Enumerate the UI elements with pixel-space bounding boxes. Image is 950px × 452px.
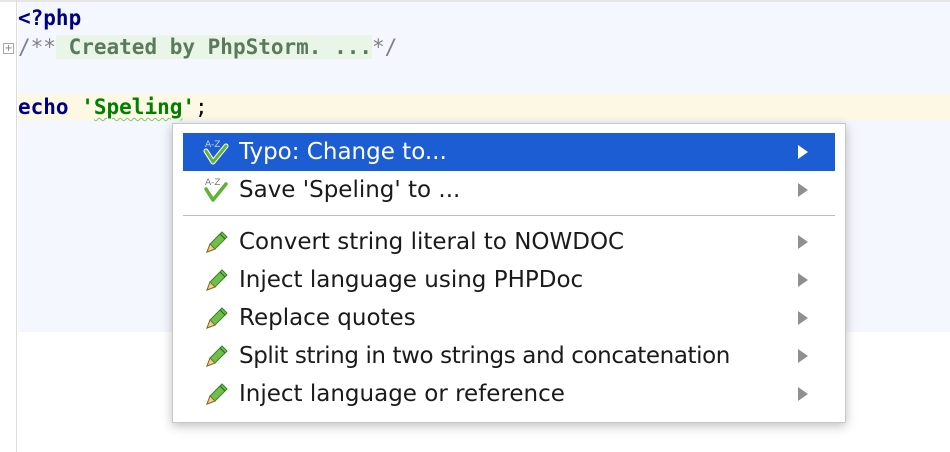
menu-item-label: Typo: Change to... bbox=[239, 139, 447, 165]
menu-item-inject-language-reference[interactable]: Inject language or reference bbox=[183, 375, 835, 413]
submenu-arrow-icon bbox=[791, 183, 815, 197]
echo-keyword: echo bbox=[18, 95, 69, 119]
menu-item-label: Inject language or reference bbox=[239, 381, 565, 407]
string-quote-close: ' bbox=[182, 95, 196, 119]
menu-separator bbox=[183, 215, 835, 216]
intention-pencil-icon bbox=[199, 303, 235, 333]
comment-close: */ bbox=[372, 35, 398, 59]
menu-item-replace-quotes[interactable]: Replace quotes bbox=[183, 299, 835, 337]
intention-pencil-icon bbox=[199, 265, 235, 295]
submenu-arrow-icon bbox=[791, 273, 815, 287]
misspelled-word[interactable]: Speling bbox=[94, 95, 183, 119]
intention-pencil-icon bbox=[199, 341, 235, 371]
submenu-arrow-icon bbox=[791, 311, 815, 325]
fold-expand-icon[interactable]: + bbox=[3, 43, 14, 54]
submenu-arrow-icon bbox=[791, 387, 815, 401]
menu-item-inject-phpdoc[interactable]: Inject language using PHPDoc bbox=[183, 261, 835, 299]
intention-pencil-icon bbox=[199, 227, 235, 257]
gutter-divider bbox=[16, 0, 17, 452]
php-open-tag: <?php bbox=[18, 6, 82, 30]
menu-item-label: Convert string literal to NOWDOC bbox=[239, 229, 625, 255]
submenu-arrow-icon bbox=[791, 349, 815, 363]
code-line-4[interactable]: echo 'Speling'; bbox=[18, 93, 208, 121]
submenu-arrow-icon bbox=[791, 235, 815, 249]
spellcheck-icon: A-Z bbox=[199, 137, 235, 167]
menu-item-save-to-dictionary[interactable]: A-Z Save 'Speling' to ... bbox=[183, 171, 835, 209]
comment-open: /** bbox=[18, 35, 56, 59]
menu-item-convert-nowdoc[interactable]: Convert string literal to NOWDOC bbox=[183, 223, 835, 261]
svg-text:A-Z: A-Z bbox=[205, 178, 220, 188]
menu-item-label: Replace quotes bbox=[239, 305, 416, 331]
semicolon: ; bbox=[195, 95, 208, 119]
editor-top-border bbox=[0, 0, 950, 2]
svg-text:A-Z: A-Z bbox=[205, 140, 220, 150]
menu-item-typo-change-to[interactable]: A-Z Typo: Change to... bbox=[183, 133, 835, 171]
menu-item-label: Save 'Speling' to ... bbox=[239, 177, 461, 203]
menu-item-split-string[interactable]: Split string in two strings and concaten… bbox=[183, 337, 835, 375]
spellcheck-icon: A-Z bbox=[199, 175, 235, 205]
string-quote-open: ' bbox=[68, 95, 94, 119]
menu-item-label: Split string in two strings and concaten… bbox=[239, 343, 730, 369]
menu-item-label: Inject language using PHPDoc bbox=[239, 267, 584, 293]
folded-comment[interactable]: Created by PhpStorm. ... bbox=[55, 35, 373, 59]
ide-window: + <?php /** Created by PhpStorm. ...*/ e… bbox=[0, 0, 950, 452]
submenu-arrow-icon bbox=[791, 145, 815, 159]
intention-actions-popup: A-Z Typo: Change to... A-Z Save 'Speling… bbox=[172, 123, 846, 423]
intention-pencil-icon bbox=[199, 379, 235, 409]
code-line-2[interactable]: /** Created by PhpStorm. ...*/ bbox=[18, 33, 397, 61]
code-line-1[interactable]: <?php bbox=[18, 4, 81, 32]
